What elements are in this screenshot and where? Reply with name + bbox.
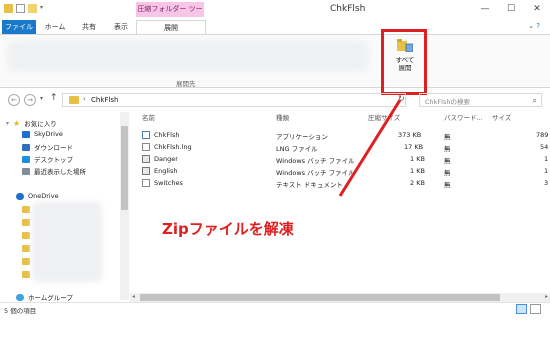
status-bar <box>0 302 550 317</box>
scroll-left-icon[interactable]: ◂ <box>132 293 135 300</box>
scroll-right-icon[interactable]: ▸ <box>545 293 548 300</box>
large-icons-view-icon[interactable] <box>530 304 541 314</box>
details-view-icon[interactable] <box>516 304 527 314</box>
annotation-text: Zipファイルを解凍 <box>162 220 294 238</box>
horizontal-scrollbar-thumb[interactable] <box>140 294 500 301</box>
status-item-count: 5 個の項目 <box>4 307 37 315</box>
